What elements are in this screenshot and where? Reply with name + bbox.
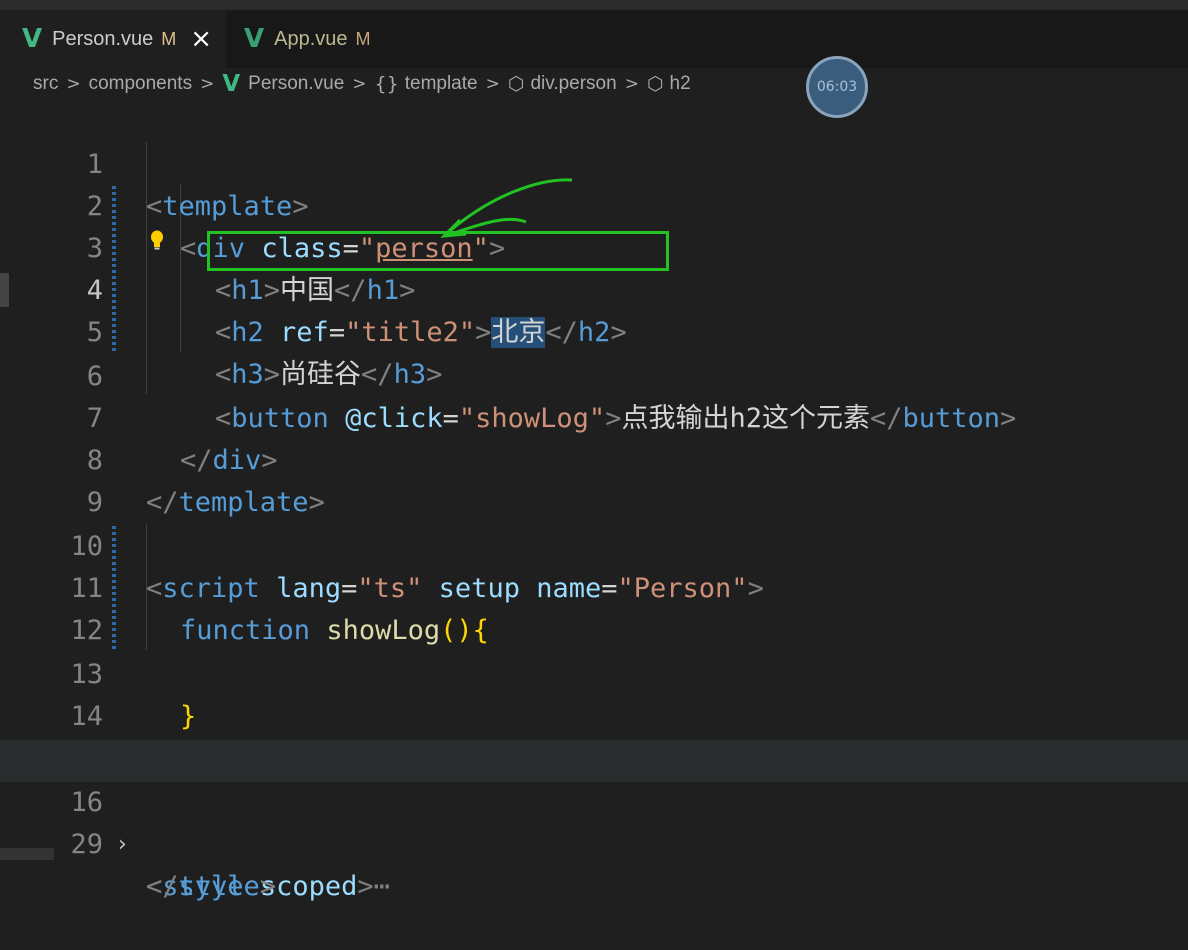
breadcrumb-item-components[interactable]: components bbox=[89, 73, 193, 95]
code-line[interactable]: 29 </style> bbox=[0, 782, 1188, 902]
code-line[interactable]: 10 <script lang="ts" setup name="Person"… bbox=[0, 484, 1188, 604]
code-line[interactable]: 3 <h1>中国</h1> bbox=[0, 186, 1188, 306]
folded-ellipsis[interactable]: ⋯ bbox=[374, 871, 390, 902]
breadcrumb-item-div[interactable]: div.person bbox=[530, 73, 616, 95]
code-line[interactable]: 12 bbox=[0, 568, 1188, 646]
vue-icon: V bbox=[244, 24, 265, 54]
vue-icon: V bbox=[22, 24, 43, 54]
panel-tab[interactable] bbox=[0, 848, 54, 860]
code-line[interactable]: 2 <div class="person"> bbox=[0, 144, 1188, 264]
tab-app-vue[interactable]: V App.vue M bbox=[244, 10, 414, 68]
code-line[interactable]: 5 <h3>尚硅谷</h3> bbox=[0, 270, 1188, 390]
annotation-arrow bbox=[440, 178, 573, 238]
breadcrumb-item-src[interactable]: src bbox=[33, 73, 58, 95]
code-line[interactable]: 13 } bbox=[0, 612, 1188, 732]
cube-icon: ⬡ bbox=[507, 73, 525, 95]
code-line[interactable]: 8 </template> bbox=[0, 398, 1188, 518]
modified-badge: M bbox=[161, 28, 177, 49]
code-line[interactable]: 6 <button @click="showLog">点我输出h2这个元素</b… bbox=[0, 314, 1188, 434]
code-line[interactable]: 1 <template> bbox=[0, 102, 1188, 222]
tab-label: App.vue bbox=[274, 27, 348, 50]
tab-person-vue[interactable]: V Person.vue M × bbox=[0, 10, 226, 68]
code-editor[interactable]: 1 <template> 2 <div class="person"> 3 <h… bbox=[0, 100, 1188, 902]
chevron-right-icon: > bbox=[66, 74, 81, 94]
tab-label: Person.vue bbox=[52, 27, 154, 50]
title-strip bbox=[0, 0, 1188, 10]
breadcrumb-item-h2[interactable]: h2 bbox=[670, 73, 691, 95]
editor-tab-bar: V Person.vue M × V App.vue M bbox=[0, 10, 1188, 68]
code-line[interactable]: 14 </script> bbox=[0, 654, 1188, 774]
code-line-folded[interactable]: 16 › <style scoped>⋯ bbox=[0, 740, 1188, 902]
breadcrumb-item-file[interactable]: Person.vue bbox=[248, 73, 344, 95]
chevron-right-icon: > bbox=[200, 74, 215, 94]
cube-icon: ⬡ bbox=[646, 73, 664, 95]
vue-icon: V bbox=[222, 71, 241, 97]
breadcrumb-item-template[interactable]: template bbox=[405, 73, 478, 95]
breadcrumb: src > components > V Person.vue > {} tem… bbox=[33, 68, 691, 100]
code-line[interactable]: 15 bbox=[0, 696, 1188, 774]
modified-badge: M bbox=[355, 28, 371, 49]
code-line[interactable]: 7 </div> bbox=[0, 356, 1188, 476]
chevron-right-icon: > bbox=[624, 74, 639, 94]
chevron-right-icon: > bbox=[485, 74, 500, 94]
code-line[interactable]: 11 function showLog(){ bbox=[0, 526, 1188, 646]
lightbulb-icon[interactable] bbox=[150, 230, 164, 250]
close-icon[interactable]: × bbox=[190, 24, 212, 54]
chevron-right-icon: > bbox=[352, 74, 367, 94]
braces-icon: {} bbox=[374, 73, 399, 95]
code-line[interactable]: 9 bbox=[0, 440, 1188, 518]
